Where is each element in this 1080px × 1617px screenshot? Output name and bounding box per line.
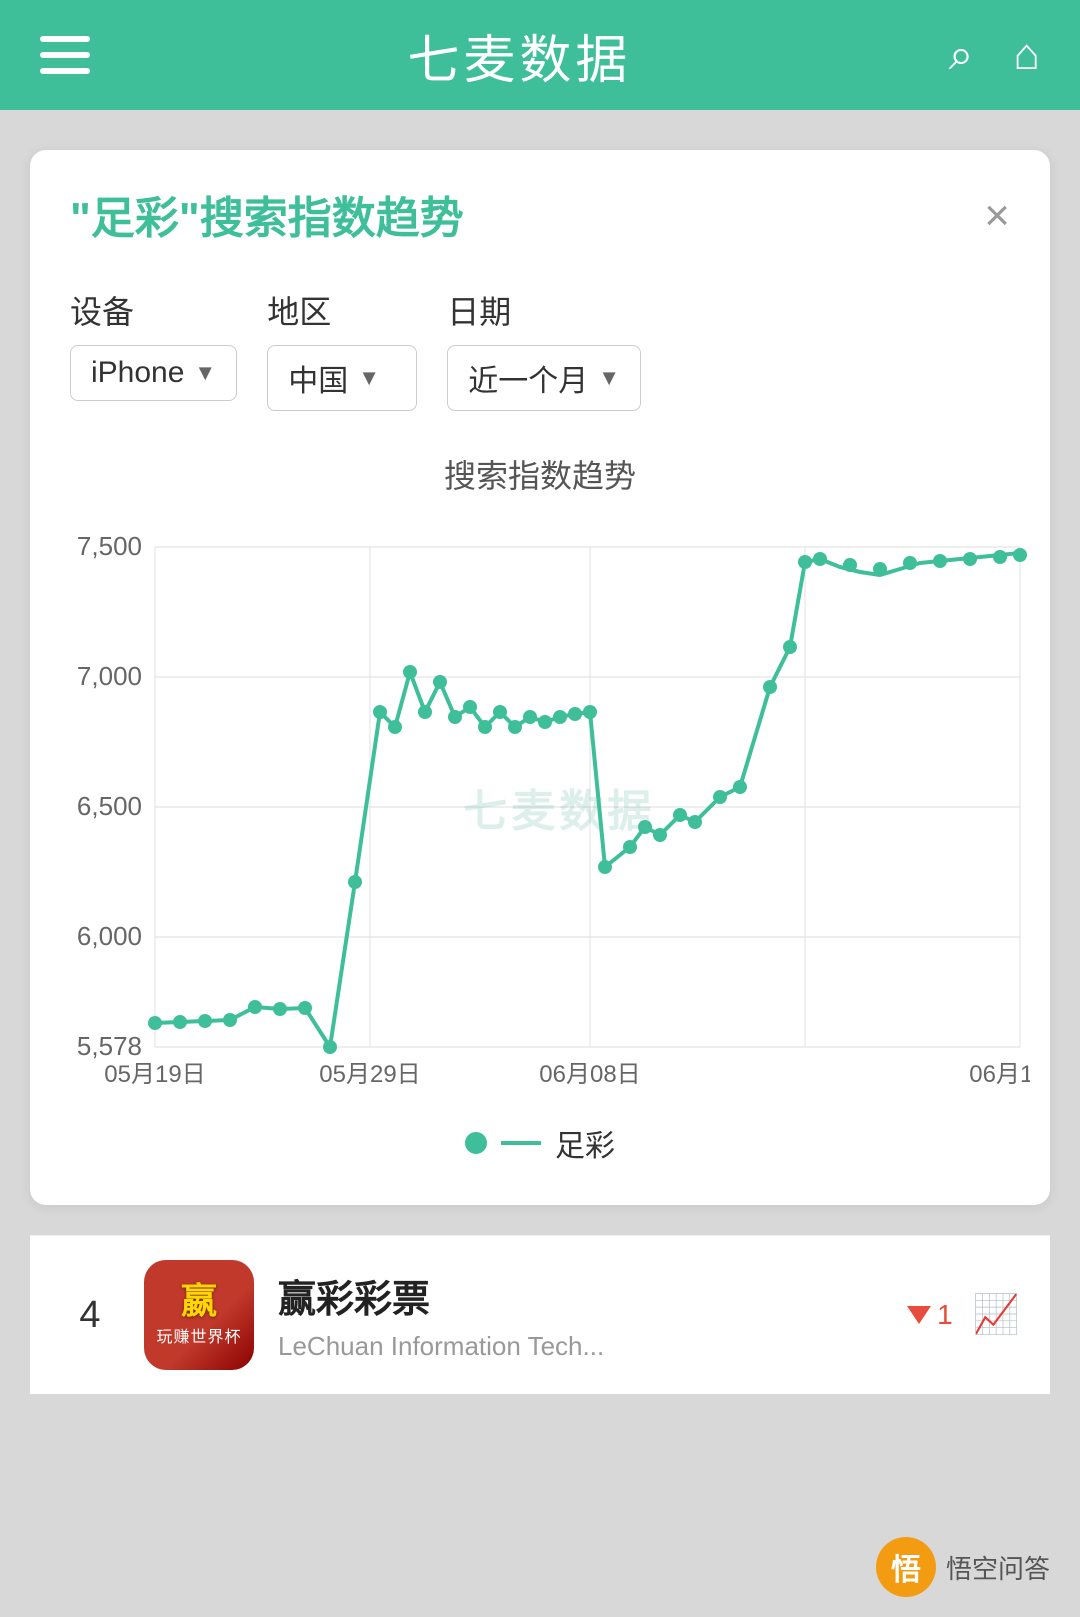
trend-card: "足彩"搜索指数趋势 × 设备 iPhone ▼ 地区 中国 ▼ 日期 [30,150,1050,1205]
chart-container: 七麦数据 7,500 7,000 6,500 6,000 5,578 [70,517,1010,1097]
wukong-logo: 悟 [876,1537,936,1597]
app-icon: 嬴 玩赚世界杯 [144,1260,254,1370]
rank-change-value: 1 [937,1299,953,1331]
device-filter: 设备 iPhone ▼ [70,287,237,411]
home-icon[interactable]: ⌂ [1013,33,1040,77]
main-content: "足彩"搜索指数趋势 × 设备 iPhone ▼ 地区 中国 ▼ 日期 [0,110,1080,1617]
legend-line [501,1141,541,1145]
region-filter: 地区 中国 ▼ [267,287,417,411]
svg-text:6,500: 6,500 [77,791,142,821]
legend-dot [465,1132,487,1154]
svg-text:05月29日: 05月29日 [319,1061,420,1088]
chart-section: 搜索指数趋势 七麦数据 7,500 7,000 6,500 6,000 5,57… [70,451,1010,1165]
svg-text:06月15日: 06月15日 [969,1061,1030,1088]
wukong-brand: 悟空问答 [946,1549,1050,1586]
svg-text:5,578: 5,578 [77,1031,142,1061]
header-icons: ⌕ ⌂ [949,33,1040,77]
rank-change: 1 [907,1299,953,1331]
svg-text:06月08日: 06月08日 [539,1061,640,1088]
region-label: 地区 [267,287,417,333]
app-title: 七麦数据 [407,18,631,93]
date-select[interactable]: 近一个月 ▼ [447,345,641,411]
wukong-logo-text: 悟 [891,1545,921,1589]
app-name: 赢彩彩票 [278,1268,907,1323]
app-right-section: 1 📈 [907,1293,1020,1337]
svg-text:7,500: 7,500 [77,531,142,561]
rank-down-icon [907,1306,931,1324]
region-arrow: ▼ [358,365,380,391]
device-value: iPhone [91,356,184,390]
date-label: 日期 [447,287,641,333]
rank-number: 4 [60,1294,120,1337]
app-row[interactable]: 4 嬴 玩赚世界杯 赢彩彩票 LeChuan Information Tech.… [30,1235,1050,1394]
device-select[interactable]: iPhone ▼ [70,345,237,401]
menu-icon[interactable] [40,36,90,74]
date-value: 近一个月 [468,356,588,400]
device-label: 设备 [70,287,237,333]
app-header: 七麦数据 ⌕ ⌂ [0,0,1080,110]
app-icon-text: 嬴 [181,1283,217,1319]
svg-text:7,000: 7,000 [77,661,142,691]
wukong-area: 悟 悟空问答 [876,1537,1050,1597]
search-icon[interactable]: ⌕ [949,33,974,77]
svg-text:6,000: 6,000 [77,921,142,951]
chart-title: 搜索指数趋势 [70,451,1010,497]
close-button[interactable]: × [984,194,1010,238]
app-info: 赢彩彩票 LeChuan Information Tech... [278,1268,907,1362]
trend-chart: 7,500 7,000 6,500 6,000 5,578 [70,517,1030,1097]
chart-legend: 足彩 [70,1121,1010,1165]
card-title: "足彩"搜索指数趋势 [70,190,464,247]
card-header: "足彩"搜索指数趋势 × [70,190,1010,247]
date-arrow: ▼ [598,365,620,391]
region-value: 中国 [288,356,348,400]
filters: 设备 iPhone ▼ 地区 中国 ▼ 日期 近一个月 ▼ [70,287,1010,411]
date-filter: 日期 近一个月 ▼ [447,287,641,411]
svg-text:05月19日: 05月19日 [104,1061,205,1088]
app-sub-text: LeChuan Information Tech... [278,1331,907,1362]
mini-chart-icon[interactable]: 📈 [973,1293,1020,1337]
app-icon-sub: 玩赚世界杯 [156,1323,241,1347]
region-select[interactable]: 中国 ▼ [267,345,417,411]
legend-label: 足彩 [555,1121,615,1165]
device-arrow: ▼ [194,360,216,386]
